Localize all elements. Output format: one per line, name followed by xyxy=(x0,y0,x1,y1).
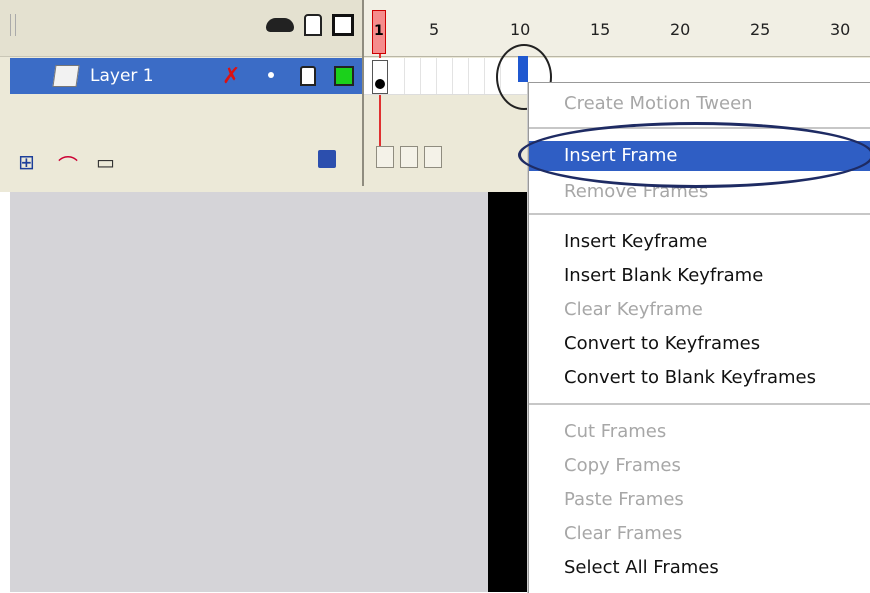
layer-header xyxy=(0,0,362,57)
trash-icon[interactable] xyxy=(318,150,336,168)
menu-separator xyxy=(529,403,870,405)
onion-skin-icon[interactable] xyxy=(400,146,418,168)
add-folder-icon[interactable]: ▭ xyxy=(96,150,115,174)
panel-grip-icon[interactable] xyxy=(10,14,16,36)
stage-canvas-edge xyxy=(488,192,528,592)
pencil-icon: ✗ xyxy=(222,64,241,89)
menu-item-convert-to-keyframes[interactable]: Convert to Keyframes xyxy=(529,329,870,359)
visibility-dot-icon[interactable] xyxy=(268,72,274,78)
layer-row[interactable]: Layer 1 ✗ xyxy=(10,58,362,94)
menu-item-paste-frames[interactable]: Paste Frames xyxy=(529,485,870,515)
outline-color-icon[interactable] xyxy=(334,66,354,86)
outline-icon[interactable] xyxy=(332,14,354,36)
onion-skin-outlines-icon[interactable] xyxy=(424,146,442,168)
playhead-marker[interactable]: 1 xyxy=(372,10,386,54)
menu-item-insert-blank-keyframe[interactable]: Insert Blank Keyframe xyxy=(529,261,870,291)
layer-footer: ⊞ ⌒ ▭ xyxy=(0,140,362,182)
frame-number: 5 xyxy=(429,20,440,39)
menu-item-select-all-frames[interactable]: Select All Frames xyxy=(529,553,870,583)
layer-doc-icon xyxy=(52,65,80,87)
playhead-frame-label: 1 xyxy=(374,23,384,39)
frame-number: 30 xyxy=(830,20,851,39)
frame-number: 25 xyxy=(750,20,771,39)
frame-number: 10 xyxy=(510,20,531,39)
eye-icon[interactable] xyxy=(266,18,294,32)
keyframe-dot-icon xyxy=(375,79,385,89)
menu-item-cut-frames[interactable]: Cut Frames xyxy=(529,417,870,447)
lock-icon[interactable] xyxy=(304,14,322,36)
layer-header-icons xyxy=(266,14,354,36)
frame-number: 15 xyxy=(590,20,611,39)
frame-ruler[interactable]: 5 10 15 20 25 30 xyxy=(364,0,870,57)
menu-item-clear-keyframe[interactable]: Clear Keyframe xyxy=(529,295,870,325)
menu-item-clear-frames[interactable]: Clear Frames xyxy=(529,519,870,549)
highlight-ellipse-annotation xyxy=(518,122,870,188)
menu-item-insert-keyframe[interactable]: Insert Keyframe xyxy=(529,227,870,257)
center-frame-icon[interactable] xyxy=(376,146,394,168)
menu-item-create-motion-tween[interactable]: Create Motion Tween xyxy=(529,89,870,119)
stage-area[interactable] xyxy=(10,192,488,592)
menu-separator xyxy=(529,213,870,215)
add-guide-icon[interactable]: ⌒ xyxy=(58,150,78,179)
layer-name[interactable]: Layer 1 xyxy=(90,66,154,86)
lock-toggle-icon[interactable] xyxy=(300,66,316,86)
menu-item-copy-frames[interactable]: Copy Frames xyxy=(529,451,870,481)
frame-number: 20 xyxy=(670,20,691,39)
add-layer-icon[interactable]: ⊞ xyxy=(18,150,35,174)
menu-item-convert-to-blank-keyframes[interactable]: Convert to Blank Keyframes xyxy=(529,363,870,393)
frame-tools xyxy=(376,146,442,176)
